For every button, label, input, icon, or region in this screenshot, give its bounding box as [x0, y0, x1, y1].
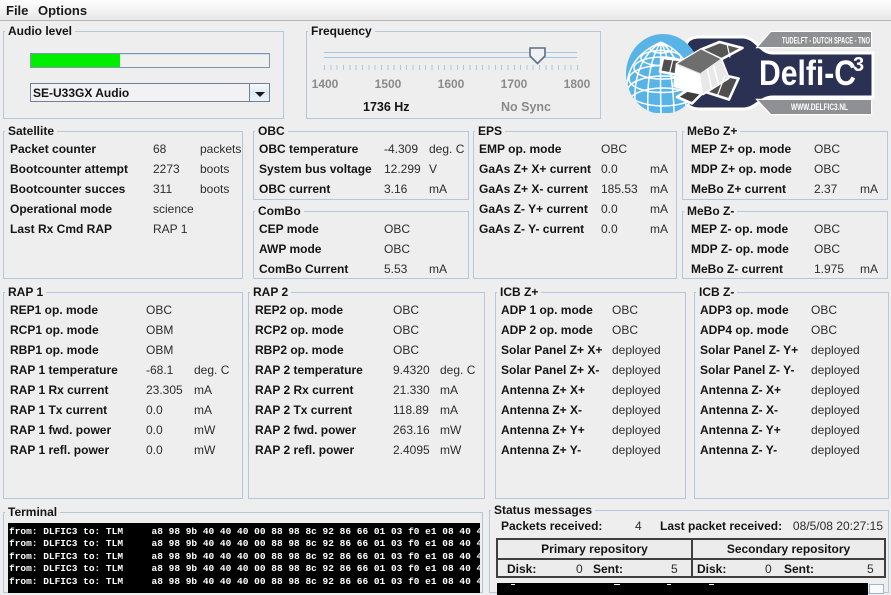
svg-text:3: 3: [853, 54, 864, 76]
svg-text:WWW.DELFIC3.NL: WWW.DELFIC3.NL: [791, 102, 848, 113]
svg-text:Delfi-C: Delfi-C: [759, 54, 856, 93]
svg-text:TUDELFT - DUTCH SPACE - TNO: TUDELFT - DUTCH SPACE - TNO: [782, 36, 870, 47]
